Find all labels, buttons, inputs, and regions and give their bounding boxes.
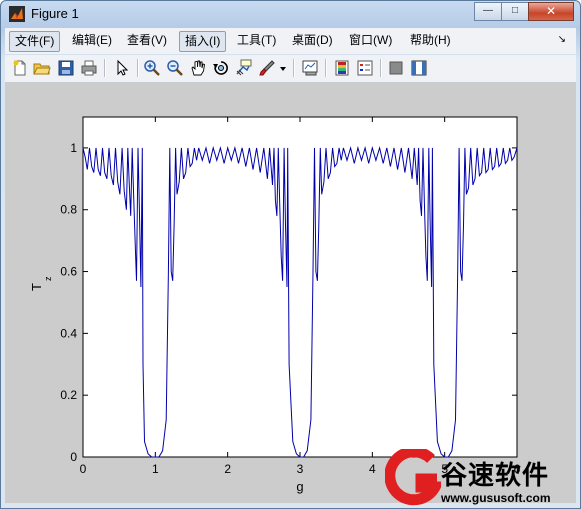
zoom-in-icon[interactable] — [143, 59, 161, 77]
x-tick-label: 2 — [224, 462, 231, 476]
menu-file[interactable]: 文件(F) — [9, 31, 61, 52]
x-tick-label: 3 — [297, 462, 304, 476]
x-axis-label: g — [296, 479, 303, 494]
menu-window[interactable]: 窗口(W) — [344, 31, 397, 50]
title-bar[interactable]: Figure 1 — □ ✕ — [1, 1, 580, 27]
brush-icon[interactable] — [258, 59, 276, 77]
link-plot-icon[interactable] — [301, 59, 319, 77]
toolbar-separator — [293, 59, 295, 77]
menu-view[interactable]: 查看(V) — [122, 31, 172, 50]
toolbar-separator — [325, 59, 327, 77]
watermark: 谷速软件 www.gususoft.com — [385, 447, 581, 509]
x-tick-label: 0 — [80, 462, 87, 476]
watermark-name: 谷速软件 — [441, 461, 550, 491]
brush-dropdown-icon[interactable] — [278, 59, 288, 77]
zoom-out-icon[interactable] — [166, 59, 184, 77]
gususoft-logo-icon — [385, 449, 441, 506]
rotate-3d-icon[interactable] — [212, 59, 230, 77]
maximize-button[interactable]: □ — [501, 2, 529, 21]
edit-plot-arrow-icon[interactable] — [113, 59, 131, 77]
y-tick-label: 0.4 — [60, 326, 77, 340]
y-tick-label: 0.6 — [60, 265, 77, 279]
menu-help[interactable]: 帮助(H) — [405, 31, 456, 50]
plot-axes-box — [82, 116, 518, 458]
toolbar-separator — [380, 59, 382, 77]
y-tick-label: 0.2 — [60, 388, 77, 402]
new-figure-icon[interactable] — [11, 59, 29, 77]
line-plot[interactable]: 0 1 2 3 4 5 600.20.40.60.81gTz — [5, 83, 576, 503]
hide-plot-tools-icon[interactable] — [387, 59, 405, 77]
figure-window: Figure 1 — □ ✕ 文件(F) 编辑(E) 查看(V) 插入(I) 工… — [0, 0, 581, 509]
colorbar-icon[interactable] — [333, 59, 351, 77]
menu-desktop[interactable]: 桌面(D) — [287, 31, 338, 50]
save-icon[interactable] — [57, 59, 75, 77]
matlab-logo-icon — [9, 6, 25, 22]
x-tick-label: 4 — [369, 462, 376, 476]
y-axis-label-subscript: z — [43, 276, 53, 281]
toolbar-separator — [137, 59, 139, 77]
y-tick-label: 0 — [70, 450, 77, 464]
data-cursor-icon[interactable] — [235, 59, 253, 77]
menu-edit[interactable]: 编辑(E) — [67, 31, 117, 50]
legend-icon[interactable] — [356, 59, 374, 77]
menu-tools[interactable]: 工具(T) — [232, 31, 281, 50]
dock-arrow-icon[interactable]: ↘ — [558, 34, 566, 45]
window-title: Figure 1 — [31, 6, 79, 21]
figure-toolbar — [5, 55, 576, 83]
show-plot-tools-icon[interactable] — [410, 59, 428, 77]
menu-bar: 文件(F) 编辑(E) 查看(V) 插入(I) 工具(T) 桌面(D) 窗口(W… — [5, 28, 576, 54]
open-file-icon[interactable] — [33, 59, 51, 77]
pan-hand-icon[interactable] — [189, 59, 207, 77]
close-button[interactable]: ✕ — [528, 2, 574, 21]
figure-canvas[interactable]: 0 1 2 3 4 5 6 0 0.2 0.4 0.6 0.8 1 g Tz — [5, 83, 576, 503]
watermark-url: www.gususoft.com — [441, 491, 551, 505]
x-tick-label: 1 — [152, 462, 159, 476]
y-tick-label: 0.8 — [60, 203, 77, 217]
menu-insert[interactable]: 插入(I) — [179, 31, 227, 52]
y-axis-label: T — [29, 283, 44, 291]
window-controls: — □ ✕ — [474, 2, 574, 21]
y-tick-label: 1 — [70, 141, 77, 155]
toolbar-separator — [104, 59, 106, 77]
print-icon[interactable] — [80, 59, 98, 77]
minimize-button[interactable]: — — [474, 2, 502, 21]
